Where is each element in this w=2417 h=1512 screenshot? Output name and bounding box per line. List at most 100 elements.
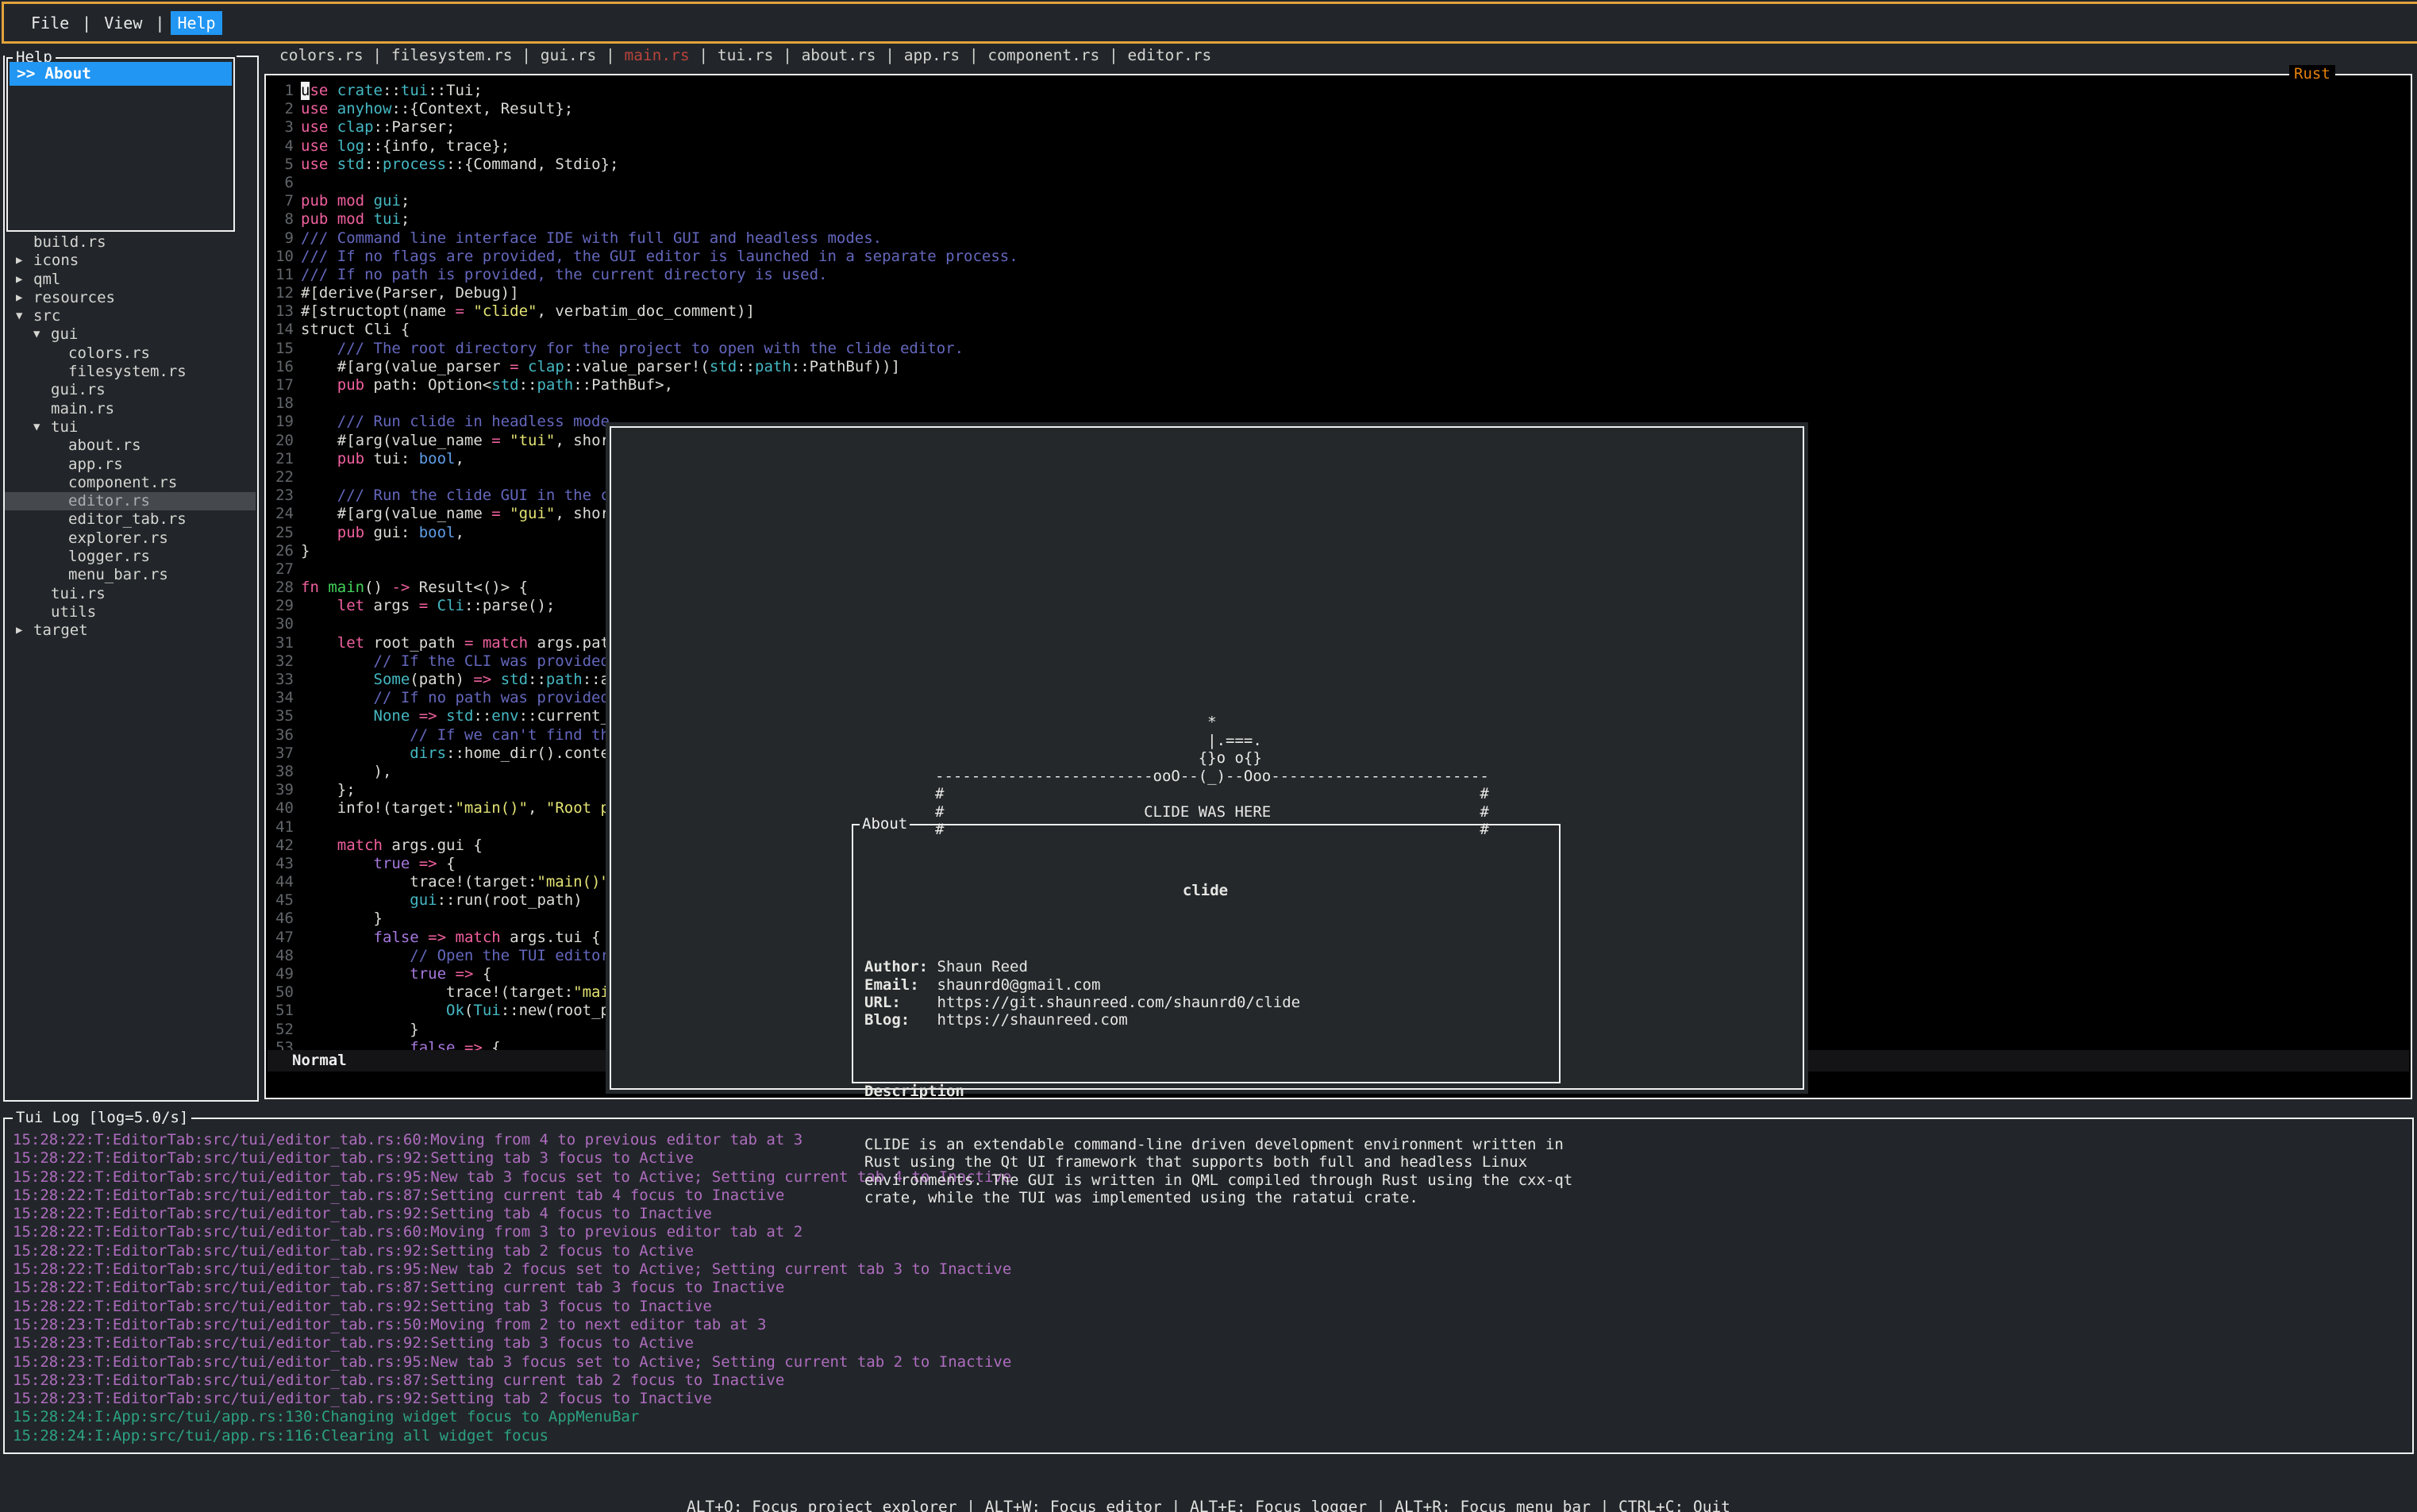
tree-item-utils[interactable]: utils [5,603,256,621]
line-number: 33 [267,671,294,689]
tree-item-app-rs[interactable]: app.rs [5,456,256,474]
chevron-expanded-icon: ▼ [33,325,51,344]
code-token [301,744,410,763]
shortcut-bar: ALT+Q: Focus project explorer | ALT+W: F… [0,1460,2417,1512]
code-token: ::{Command, Stdio}; [446,156,618,174]
line-number: 32 [267,652,294,671]
tree-item-build-rs[interactable]: build.rs [5,233,256,252]
tree-item-gui-rs[interactable]: gui.rs [5,381,256,399]
code-token [328,156,337,174]
tree-item-about-rs[interactable]: about.rs [5,437,256,455]
code-line: 13#[structopt(name = "clide", verbatim_d… [267,302,1018,321]
tree-item-label: icons [33,252,79,270]
line-number: 17 [267,376,294,394]
code-line: 15 /// The root directory for the projec… [267,340,1018,358]
tree-item-label: tui [51,418,78,437]
code-token [301,450,337,468]
tab-separator: | [1099,46,1127,64]
code-token: // Open the TUI editor [301,947,610,965]
tab-editor-rs[interactable]: editor.rs [1128,46,1212,64]
about-field-value: shaunrd0@gmail.com [937,976,1101,994]
code-token: Tui [473,1002,500,1020]
line-number: 48 [267,947,294,965]
code-token [328,82,337,100]
tree-item-tui[interactable]: ▼tui [5,418,256,437]
tree-item-colors-rs[interactable]: colors.rs [5,344,256,363]
code-line: 5use std::process::{Command, Stdio}; [267,156,1018,174]
tui-log-title: Tui Log [log=5.0/s] [13,1110,191,1126]
editor-tab-bar[interactable]: colors.rs | filesystem.rs | gui.rs | mai… [279,46,1211,64]
tab-colors-rs[interactable]: colors.rs [279,46,364,64]
tree-item-main-rs[interactable]: main.rs [5,400,256,418]
code-token: let [337,597,364,615]
code-token: ; [401,210,410,229]
menu-item-view[interactable]: View [98,11,148,35]
line-number: 49 [267,965,294,983]
line-number: 12 [267,284,294,302]
tree-item-component-rs[interactable]: component.rs [5,474,256,492]
tab-tui-rs[interactable]: tui.rs [718,46,773,64]
log-entry: 15:28:23:T:EditorTab:src/tui/editor_tab.… [13,1316,2412,1334]
tab-about-rs[interactable]: about.rs [802,46,876,64]
code-token [446,929,455,947]
tab-app-rs[interactable]: app.rs [904,46,960,64]
tree-item-explorer-rs[interactable]: explorer.rs [5,529,256,548]
about-box-title: About [860,816,910,833]
line-number: 4 [267,137,294,156]
code-token: Cli [437,597,464,615]
tab-gui-rs[interactable]: gui.rs [541,46,596,64]
tab-filesystem-rs[interactable]: filesystem.rs [391,46,513,64]
code-token: anyhow [337,100,392,118]
code-token: = [491,432,500,450]
tree-item-label: explorer.rs [68,529,168,548]
code-token: ::{info, trace}; [364,137,510,156]
code-token: std [501,671,528,689]
tab-main-rs[interactable]: main.rs [624,46,689,64]
tree-item-label: editor_tab.rs [68,510,187,529]
tree-item-qml[interactable]: ▶qml [5,271,256,289]
code-token [501,432,510,450]
tab-separator: | [513,46,541,64]
code-token: ::{Context, Result}; [391,100,573,118]
code-token: { [437,855,456,873]
tree-item-filesystem-rs[interactable]: filesystem.rs [5,363,256,381]
code-token [501,505,510,523]
line-number: 34 [267,689,294,707]
code-token: None [374,707,410,725]
menu-separator: | [75,13,98,33]
tab-separator: | [876,46,903,64]
code-token [519,358,528,376]
tree-item-menu-bar-rs[interactable]: menu_bar.rs [5,566,256,584]
tree-item-label: about.rs [68,437,141,455]
code-token: , [528,799,546,818]
code-token: ( [464,1002,473,1020]
tree-item-gui[interactable]: ▼gui [5,325,256,344]
line-number: 26 [267,542,294,560]
tree-item-label: utils [51,603,96,621]
tree-item-logger-rs[interactable]: logger.rs [5,548,256,566]
tree-item-editor-rs[interactable]: editor.rs [5,492,256,510]
menu-item-help[interactable]: Help [171,11,221,35]
tab-component-rs[interactable]: component.rs [987,46,1099,64]
line-number: 23 [267,487,294,505]
tree-item-src[interactable]: ▼src [5,307,256,325]
line-number: 18 [267,394,294,413]
code-token: let [337,634,364,652]
code-token: } [301,910,383,928]
about-box: About clide Author: Shaun ReedEmail: sha… [852,824,1561,1083]
tree-item-editor-tab-rs[interactable]: editor_tab.rs [5,510,256,529]
code-token: :: [473,707,491,725]
tree-item-target[interactable]: ▶target [5,621,256,640]
code-token: root_path [364,634,464,652]
chevron-expanded-icon: ▼ [16,307,33,325]
tree-item-icons[interactable]: ▶icons [5,252,256,270]
help-menu-item-about[interactable]: >> About [10,62,232,86]
tree-item-resources[interactable]: ▶resources [5,289,256,307]
tree-item-tui-rs[interactable]: tui.rs [5,585,256,603]
code-line: 1use crate::tui::Tui; [267,82,1018,100]
code-token: }; [301,781,356,799]
menu-bar[interactable]: File|View|Help [2,2,2417,44]
menu-item-file[interactable]: File [25,11,75,35]
about-field-blog: Blog: https://shaunreed.com [864,1011,1546,1029]
code-token: #[arg(value_parser [301,358,510,376]
